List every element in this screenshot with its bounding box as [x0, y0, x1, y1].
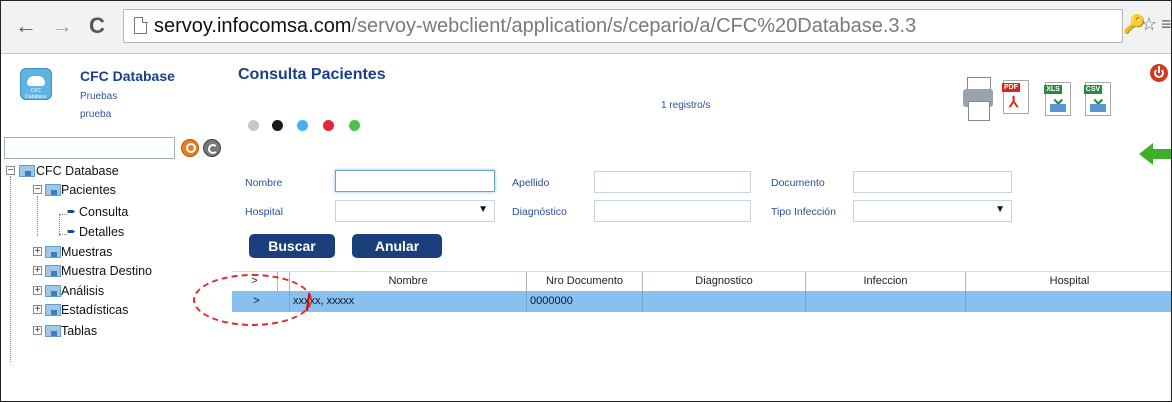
- color-filter-dot[interactable]: [349, 120, 360, 131]
- folder-icon: [45, 184, 61, 196]
- column-header[interactable]: Infeccion: [806, 272, 966, 291]
- cell-documento[interactable]: 0000000: [527, 291, 643, 312]
- folder-icon: [45, 265, 61, 277]
- color-filter-dot[interactable]: [323, 120, 334, 131]
- folder-icon: [19, 165, 35, 177]
- app-subtitle-2: prueba: [80, 109, 112, 120]
- tree-label: Detalles: [79, 225, 125, 239]
- power-icon[interactable]: [1150, 64, 1168, 82]
- column-header[interactable]: Nombre: [290, 272, 527, 291]
- app-logo-icon: CFC Database: [20, 68, 52, 100]
- app-title: CFC Database: [80, 68, 175, 84]
- page-title: Consulta Pacientes: [238, 66, 386, 83]
- folder-icon: [45, 304, 61, 316]
- column-header[interactable]: Nro Documento: [527, 272, 643, 291]
- browser-toolbar: ← → C servoy.infocomsa.com/servoy-webcli…: [1, 1, 1171, 54]
- menu-icon[interactable]: ≡: [1161, 14, 1171, 35]
- column-header[interactable]: Hospital: [966, 272, 1171, 291]
- pdf-export-icon[interactable]: PDF ⅄: [1002, 80, 1029, 114]
- apellido-label: Apellido: [512, 177, 550, 189]
- address-bar[interactable]: servoy.infocomsa.com/servoy-webclient/ap…: [123, 9, 1123, 43]
- xls-export-icon[interactable]: XLS ✕: [1044, 82, 1071, 116]
- arrow-right-icon: ➨: [67, 226, 77, 238]
- tree-label: CFC Database: [36, 164, 119, 178]
- collapse-icon[interactable]: −: [33, 185, 42, 195]
- chevron-down-icon: ▼: [995, 204, 1005, 215]
- expand-icon[interactable]: +: [33, 247, 42, 257]
- browser-window: ← → C servoy.infocomsa.com/servoy-webcli…: [0, 0, 1172, 402]
- collapse-icon[interactable]: −: [6, 166, 15, 176]
- folder-icon: [45, 325, 61, 337]
- navigation-tree: − CFC Database − Pacientes ➨ Consulta ➨ …: [1, 162, 231, 382]
- reload-icon[interactable]: C: [89, 13, 105, 39]
- expand-icon[interactable]: +: [33, 266, 42, 276]
- back-arrow-icon[interactable]: [1139, 143, 1171, 165]
- xls-tag: XLS: [1044, 85, 1062, 94]
- tree-label: Consulta: [79, 205, 129, 219]
- tree-label: Muestras: [61, 245, 113, 259]
- diagnostico-label: Diagnóstico: [512, 206, 567, 218]
- csv-export-icon[interactable]: CSV ✕: [1084, 82, 1111, 116]
- color-filter-dot[interactable]: [297, 120, 308, 131]
- hospital-select[interactable]: ▼: [335, 200, 495, 222]
- tree-label: Tablas: [61, 324, 98, 338]
- csv-tag: CSV: [1084, 85, 1102, 94]
- folder-icon: [45, 246, 61, 258]
- tree-label: Muestra Destino: [61, 264, 153, 278]
- folder-icon: [45, 285, 61, 297]
- record-count: 1 registro/s: [661, 100, 711, 111]
- cell-hospital[interactable]: [966, 291, 1171, 312]
- star-icon[interactable]: ☆: [1141, 14, 1157, 35]
- search-icon[interactable]: [181, 139, 199, 157]
- tipo-infeccion-select[interactable]: ▼: [853, 200, 1012, 222]
- app-content: CFC Database CFC Database Pruebas prueba…: [1, 54, 1171, 401]
- arrow-right-icon: ➨: [67, 206, 77, 218]
- table-row[interactable]: > xxxxx, xxxxx 0000000: [232, 291, 1171, 312]
- cell-infeccion[interactable]: [806, 291, 966, 312]
- url-host: servoy.infocomsa.com: [154, 15, 352, 37]
- diagnostico-input[interactable]: [594, 200, 751, 222]
- documento-label: Documento: [771, 177, 825, 189]
- url-path: /servoy-webclient/application/s/cepario/…: [351, 15, 917, 37]
- cell-diagnostico[interactable]: [643, 291, 806, 312]
- column-header[interactable]: Diagnostico: [643, 272, 806, 291]
- tree-label: Estadísticas: [61, 303, 129, 317]
- apellido-input[interactable]: [594, 171, 751, 193]
- expand-icon[interactable]: +: [33, 305, 42, 315]
- sidebar-search-input[interactable]: [4, 137, 175, 159]
- expand-icon[interactable]: +: [33, 326, 42, 336]
- tree-label: Pacientes: [61, 183, 116, 197]
- tree-label: Análisis: [61, 284, 105, 298]
- refresh-icon[interactable]: [203, 139, 221, 157]
- logo-text: CFC Database: [25, 88, 47, 100]
- buscar-button[interactable]: Buscar: [249, 234, 335, 258]
- chevron-down-icon: ▼: [478, 204, 488, 215]
- pdf-tag: PDF: [1002, 83, 1020, 92]
- hospital-label: Hospital: [245, 206, 283, 218]
- expand-icon[interactable]: +: [33, 286, 42, 296]
- table-header: > Nombre Nro Documento Diagnostico Infec…: [232, 271, 1171, 292]
- color-filter-dot[interactable]: [248, 120, 259, 131]
- nombre-input[interactable]: [335, 170, 495, 192]
- documento-input[interactable]: [853, 171, 1012, 193]
- back-icon[interactable]: ←: [15, 13, 37, 39]
- app-subtitle-1: Pruebas: [80, 91, 118, 102]
- forward-icon[interactable]: →: [51, 13, 73, 39]
- cell-nombre[interactable]: xxxxx, xxxxx: [290, 291, 527, 312]
- anular-button[interactable]: Anular: [352, 234, 442, 258]
- page-icon: [134, 16, 148, 34]
- print-icon[interactable]: [963, 77, 995, 123]
- pdf-symbol: ⅄: [1009, 94, 1019, 111]
- color-filter-dot[interactable]: [272, 120, 283, 131]
- results-table: > Nombre Nro Documento Diagnostico Infec…: [232, 271, 1171, 312]
- annotation-ellipse: [193, 274, 312, 326]
- nombre-label: Nombre: [245, 177, 283, 189]
- tipo-infeccion-label: Tipo Infección: [771, 206, 836, 218]
- url-text[interactable]: servoy.infocomsa.com/servoy-webclient/ap…: [154, 15, 916, 38]
